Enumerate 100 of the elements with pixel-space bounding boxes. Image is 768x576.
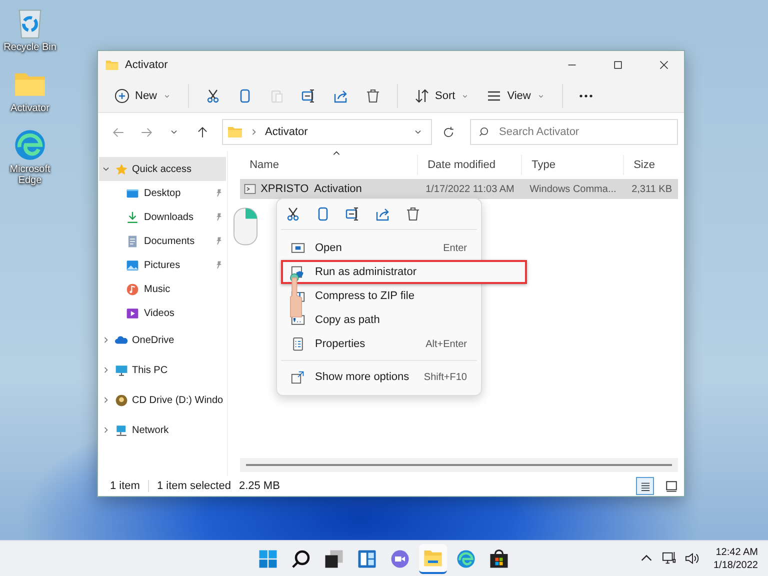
selection-size: 2.25 MB <box>238 480 280 492</box>
sidebar-item[interactable]: OneDrive <box>99 325 226 355</box>
network-icon <box>662 551 676 566</box>
scissors-icon <box>285 206 301 222</box>
close-icon <box>658 59 670 71</box>
menu-item-label: Copy as path <box>315 314 381 326</box>
column-header[interactable]: Type <box>522 155 624 175</box>
sidebar-label: Pictures <box>144 260 180 270</box>
sidebar-label: Documents <box>144 236 195 246</box>
type-cell-text: Windows Comma... <box>528 184 618 194</box>
browser-logo-icon <box>456 548 476 568</box>
shortcut-text: Enter <box>443 242 467 254</box>
clock-date: 1/18/2022 <box>714 560 758 570</box>
window-icon <box>291 241 305 255</box>
window-title: Activator <box>125 59 168 71</box>
sidebar-item[interactable]: Quick access <box>99 157 226 181</box>
sidebar-label: Music <box>144 284 170 294</box>
forward-arrow-icon <box>140 126 152 138</box>
size-cell-text: 2,311 KB <box>630 184 673 194</box>
back-arrow-icon <box>112 126 124 138</box>
selection-info: 1 item selected <box>156 480 231 492</box>
store-bag-icon <box>488 548 509 568</box>
date-cell-text: 1/17/2022 11:03 AM <box>424 184 516 194</box>
clock-button[interactable]: 12:42 AM 1/18/2022 <box>706 546 758 570</box>
sidebar-item[interactable]: Videos <box>99 301 226 325</box>
shield-icon <box>291 265 305 279</box>
tile-icon <box>664 480 678 492</box>
disc-icon <box>115 394 128 406</box>
view-button[interactable]: View <box>480 80 552 110</box>
sidebar-item[interactable]: CD Drive (D:) Windo <box>99 385 226 415</box>
horizontal-scrollbar[interactable] <box>240 458 678 472</box>
task-view-icon <box>324 548 344 568</box>
rename-icon <box>345 206 361 222</box>
chat-icon <box>390 548 410 568</box>
shortcut-text: Shift+F10 <box>424 372 467 382</box>
paste-icon <box>269 88 286 104</box>
network-icon <box>115 424 128 436</box>
shortcut-text: Alt+Enter <box>426 338 467 350</box>
column-header[interactable]: Size <box>624 155 678 175</box>
sidebar-label: CD Drive (D:) Windo <box>132 394 224 406</box>
folder-icon <box>105 58 119 72</box>
folder-icon <box>227 124 243 140</box>
widgets-icon <box>356 548 377 568</box>
share-icon <box>333 88 350 104</box>
file-name: XPRISTO Activation <box>260 183 362 195</box>
new-button[interactable]: New <box>108 80 178 110</box>
sidebar-label: Network <box>132 424 169 436</box>
picture-icon <box>126 258 139 272</box>
external-icon <box>291 370 305 384</box>
sidebar-item[interactable]: Network <box>99 415 226 445</box>
column-header[interactable]: Name <box>240 155 418 175</box>
sidebar-item[interactable]: Downloads <box>99 205 226 229</box>
star-icon <box>115 162 128 176</box>
menu-item-label: Show more options <box>315 371 410 383</box>
menu-item[interactable]: Open Enter <box>281 236 477 260</box>
mouse-click-icon <box>233 207 258 246</box>
download-arrow-icon <box>126 210 139 224</box>
file-row[interactable]: XPRISTO Activation 1/17/2022 11:03 AM Windows Comma... 2,311 KB <box>240 179 678 199</box>
menu-item[interactable]: Show more options Shift+F10 <box>281 365 477 389</box>
video-icon <box>126 306 139 320</box>
trash-icon <box>405 206 421 222</box>
sidebar-label: Videos <box>144 308 174 318</box>
sidebar-item[interactable]: Pictures <box>99 253 226 277</box>
search-icon <box>290 548 311 568</box>
column-header[interactable]: Date modified <box>418 155 522 175</box>
document-icon <box>126 234 139 248</box>
sidebar-label: Desktop <box>144 188 181 198</box>
sidebar-item[interactable]: Documents <box>99 229 226 253</box>
details-view-button[interactable] <box>636 477 654 495</box>
share-icon <box>375 206 391 222</box>
clock-time: 12:42 AM <box>716 546 758 558</box>
desktop-icon <box>126 186 139 200</box>
windows-logo-icon <box>258 548 278 568</box>
sidebar-item[interactable]: This PC <box>99 355 226 385</box>
music-note-icon <box>126 282 139 296</box>
folder-icon <box>422 548 443 568</box>
menu-item[interactable]: Run as administrator <box>281 260 527 284</box>
terminal-icon <box>244 183 256 195</box>
up-arrow-icon <box>196 126 208 138</box>
menu-item[interactable]: Properties Alt+Enter <box>281 332 477 356</box>
ellipsis-icon <box>578 94 593 98</box>
menu-item-label: Compress to ZIP file <box>315 290 416 302</box>
item-count: 1 item <box>110 480 140 492</box>
sidebar-label: OneDrive <box>132 334 174 346</box>
properties-icon <box>291 337 305 351</box>
search-field[interactable]: Search Activator <box>470 119 678 145</box>
menu-item-label: Properties <box>315 338 366 350</box>
sidebar-label: Downloads <box>144 212 194 222</box>
speaker-icon <box>684 551 700 566</box>
menu-item-label: Run as administrator <box>315 266 418 278</box>
sidebar-label: This PC <box>132 364 168 376</box>
address-bar[interactable]: Activator <box>222 119 432 145</box>
sidebar-item[interactable]: Music <box>99 277 226 301</box>
plus-icon <box>114 88 130 104</box>
sidebar-item[interactable]: Desktop <box>99 181 226 205</box>
sidebar-label: Quick access <box>132 164 192 174</box>
sort-button[interactable]: Sort <box>408 80 476 110</box>
breadcrumb[interactable]: Activator <box>265 126 308 138</box>
cloud-icon <box>115 334 128 346</box>
maximize-icon <box>612 59 624 71</box>
